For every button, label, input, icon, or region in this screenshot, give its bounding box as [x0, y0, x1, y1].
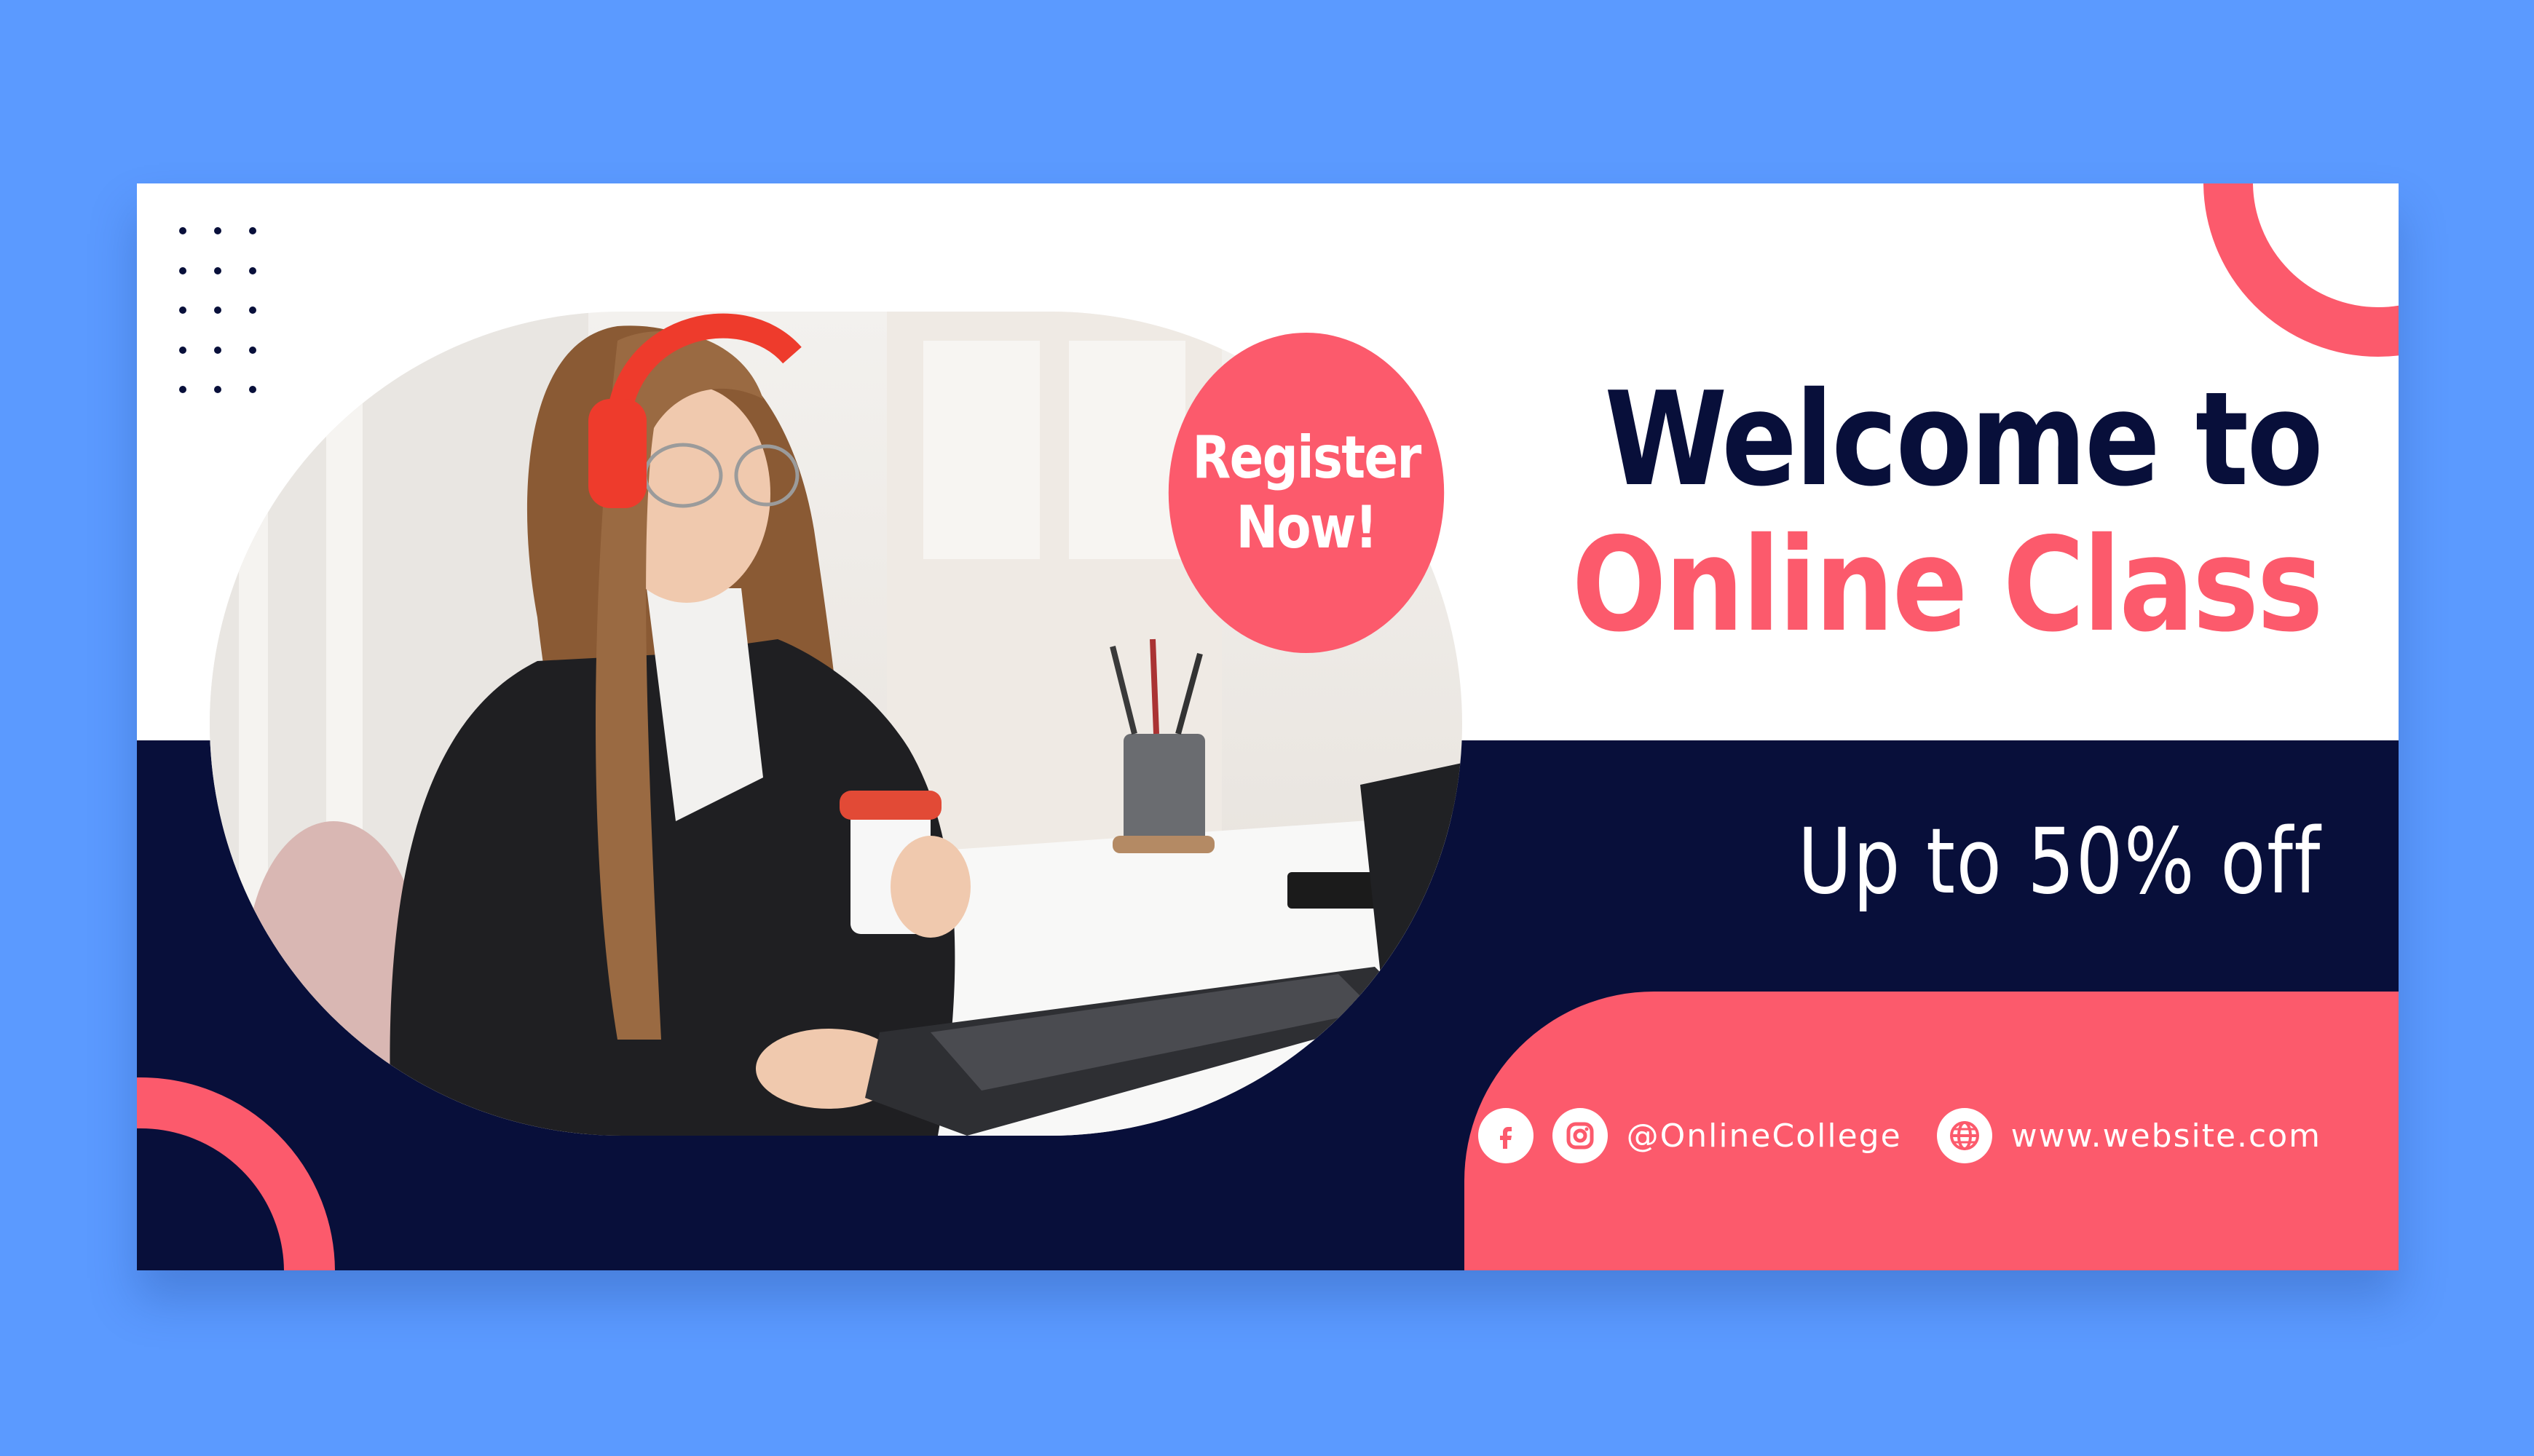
facebook-icon[interactable]: [1477, 1108, 1534, 1163]
instagram-icon[interactable]: [1552, 1108, 1608, 1163]
contact-row: @OnlineCollege www.website.com: [1477, 1107, 2321, 1165]
social-handle[interactable]: @OnlineCollege: [1627, 1117, 1902, 1155]
decorative-arc-top-right: [2203, 183, 2399, 357]
register-label-line2: Now!: [1236, 494, 1378, 561]
headline-line2: Online Class: [1571, 510, 2323, 660]
discount-text: Up to 50% off: [1797, 810, 2321, 914]
register-label-line1: Register: [1192, 424, 1421, 491]
globe-icon[interactable]: [1936, 1108, 1992, 1163]
banner-card: Register Now! Welcome to Online Class Up…: [137, 183, 2399, 1270]
headline-line1: Welcome to: [1604, 364, 2323, 515]
headline: Welcome to Online Class: [1571, 364, 2323, 660]
register-now-badge[interactable]: Register Now!: [1168, 333, 1445, 653]
website-link[interactable]: www.website.com: [2011, 1117, 2321, 1155]
